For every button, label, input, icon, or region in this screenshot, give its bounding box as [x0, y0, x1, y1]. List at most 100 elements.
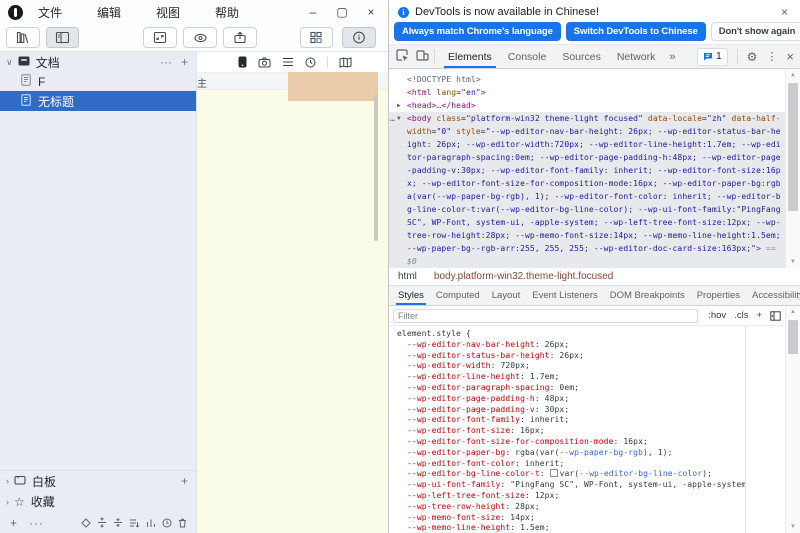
- share-button[interactable]: [223, 27, 257, 48]
- css-property[interactable]: --wp-editor-page-padding-v: 30px;: [397, 405, 745, 416]
- scroll-up-arrow[interactable]: ▲: [786, 306, 800, 318]
- css-property[interactable]: --wp-left-tree-font-size: 12px;: [397, 491, 745, 502]
- elements-scrollbar[interactable]: ▲ ▼: [785, 69, 800, 268]
- new-item-button[interactable]: +: [10, 516, 17, 530]
- styles-rules[interactable]: element.style {--wp-editor-nav-bar-heigh…: [389, 326, 746, 533]
- settings-gear-icon[interactable]: ⚙: [747, 50, 758, 64]
- trash-icon[interactable]: [178, 518, 187, 528]
- breadcrumb-body[interactable]: body.platform-win32.theme-light.focused: [434, 271, 613, 282]
- sort-list-icon[interactable]: [129, 518, 140, 528]
- list-view-icon[interactable]: [282, 57, 294, 67]
- expand-view-button[interactable]: [143, 27, 177, 48]
- menu-file[interactable]: 文件: [38, 4, 62, 21]
- issues-badge[interactable]: 1: [697, 48, 728, 66]
- diamond-icon[interactable]: [81, 518, 91, 528]
- css-property[interactable]: --wp-ui-font-family: "PingFang SC", WP-F…: [397, 480, 745, 491]
- sidebar-item-untitled[interactable]: 无标题: [0, 91, 196, 111]
- dont-show-again-button[interactable]: Don't show again: [711, 22, 800, 41]
- chevron-right-icon[interactable]: ›: [6, 497, 9, 507]
- tab-elements[interactable]: Elements: [440, 45, 500, 68]
- pseudo-state-toggle[interactable]: :hov: [708, 310, 726, 321]
- styles-tab-properties[interactable]: Properties: [691, 286, 746, 305]
- clock-icon[interactable]: [305, 57, 316, 68]
- css-property[interactable]: --wp-editor-font-size-for-composition-mo…: [397, 437, 745, 448]
- dom-node-head[interactable]: ▶<head>…</head>: [389, 99, 800, 112]
- add-whiteboard-button[interactable]: +: [181, 476, 188, 486]
- library-button[interactable]: [6, 27, 40, 48]
- outline-glyph[interactable]: 主: [197, 75, 207, 90]
- more-tabs-button[interactable]: »: [663, 51, 681, 63]
- new-style-rule-button[interactable]: +: [756, 310, 762, 321]
- sidebar-toggle-button[interactable]: [46, 27, 80, 48]
- css-property[interactable]: --wp-editor-bg-line-color-t: var(--wp-ed…: [397, 469, 745, 480]
- more-actions-icon[interactable]: ···: [29, 516, 44, 530]
- switch-devtools-chinese-button[interactable]: Switch DevTools to Chinese: [566, 22, 706, 41]
- dom-node-html[interactable]: <html lang="en">: [389, 86, 800, 99]
- tab-console[interactable]: Console: [500, 45, 555, 68]
- color-swatch[interactable]: [550, 469, 558, 477]
- camera-icon[interactable]: [258, 57, 271, 68]
- sidebar-pane-icon[interactable]: [770, 311, 781, 321]
- css-property[interactable]: --wp-editor-line-height: 1.7em;: [397, 372, 745, 383]
- sidebar-item-f[interactable]: F: [0, 72, 196, 91]
- scrollbar-thumb[interactable]: [788, 320, 798, 354]
- sidebar-section-whiteboard[interactable]: › 白板 +: [0, 470, 196, 491]
- map-icon[interactable]: [339, 57, 352, 68]
- menu-view[interactable]: 视图: [156, 4, 180, 21]
- dom-node-body[interactable]: …▼<body class="platform-win32 theme-ligh…: [389, 112, 800, 268]
- dom-tree[interactable]: <!DOCTYPE html><html lang="en">▶<head>…<…: [389, 69, 800, 268]
- css-property[interactable]: --wp-editor-font-size: 16px;: [397, 426, 745, 437]
- bar-chart-icon[interactable]: [146, 518, 156, 528]
- inspect-element-icon[interactable]: [396, 49, 409, 65]
- maximize-button[interactable]: ▢: [336, 6, 348, 18]
- css-property[interactable]: --wp-memo-line-height: 1.5em;: [397, 523, 745, 533]
- widgets-button[interactable]: [300, 27, 334, 48]
- more-options-icon[interactable]: ···: [160, 57, 172, 67]
- kebab-menu-icon[interactable]: ⋮: [766, 50, 777, 63]
- class-toggle[interactable]: .cls: [734, 310, 748, 321]
- banner-close-icon[interactable]: ×: [781, 7, 788, 17]
- styles-tab-computed[interactable]: Computed: [430, 286, 486, 305]
- css-property[interactable]: --wp-editor-font-color: inherit;: [397, 459, 745, 470]
- style-rule-selector[interactable]: element.style {: [397, 329, 745, 340]
- devtools-close-icon[interactable]: ×: [786, 49, 794, 64]
- split-vertical-icon[interactable]: [97, 517, 107, 528]
- focus-mode-button[interactable]: [183, 27, 217, 48]
- scroll-down-arrow[interactable]: ▼: [786, 521, 800, 533]
- chevron-down-icon[interactable]: ∨: [6, 57, 13, 68]
- breadcrumb-html[interactable]: html: [398, 271, 417, 282]
- styles-tab-dom-breakpoints[interactable]: DOM Breakpoints: [604, 286, 691, 305]
- styles-filter-input[interactable]: [393, 309, 698, 323]
- selected-block-highlight[interactable]: [288, 72, 378, 101]
- styles-tab-layout[interactable]: Layout: [486, 286, 527, 305]
- scrollbar-thumb[interactable]: [788, 83, 798, 211]
- css-property[interactable]: --wp-memo-font-size: 14px;: [397, 513, 745, 524]
- sidebar-section-documents[interactable]: ∨ 文档 ··· +: [0, 52, 196, 72]
- tab-sources[interactable]: Sources: [554, 45, 609, 68]
- css-property[interactable]: --wp-editor-nav-bar-height: 26px;: [397, 340, 745, 351]
- css-property[interactable]: --wp-editor-page-padding-h: 48px;: [397, 394, 745, 405]
- css-property[interactable]: --wp-tree-row-height: 28px;: [397, 502, 745, 513]
- scroll-up-arrow[interactable]: ▲: [786, 69, 800, 81]
- editor-scrollbar-thumb[interactable]: [374, 95, 378, 241]
- menu-help[interactable]: 帮助: [215, 4, 239, 21]
- styles-tab-accessibility[interactable]: Accessibility: [746, 286, 800, 305]
- chevron-right-icon[interactable]: ›: [6, 476, 9, 486]
- css-property[interactable]: --wp-editor-status-bar-height: 26px;: [397, 351, 745, 362]
- styles-scrollbar[interactable]: ▲ ▼: [785, 306, 800, 533]
- tab-network[interactable]: Network: [609, 45, 664, 68]
- always-match-language-button[interactable]: Always match Chrome's language: [394, 22, 561, 41]
- styles-tab-event-listeners[interactable]: Event Listeners: [526, 286, 603, 305]
- css-property[interactable]: --wp-editor-font-family: inherit;: [397, 415, 745, 426]
- sidebar-section-favorites[interactable]: › ☆ 收藏: [0, 491, 196, 512]
- scroll-down-arrow[interactable]: ▼: [786, 256, 800, 268]
- dom-node-doctype[interactable]: <!DOCTYPE html>: [389, 73, 800, 86]
- history-clock-icon[interactable]: [162, 518, 172, 528]
- css-property[interactable]: --wp-editor-width: 720px;: [397, 361, 745, 372]
- menu-edit[interactable]: 编辑: [97, 4, 121, 21]
- info-panel-button[interactable]: [342, 27, 376, 48]
- minimize-button[interactable]: –: [307, 6, 319, 18]
- device-frame-icon[interactable]: [238, 56, 247, 68]
- merge-vertical-icon[interactable]: [113, 517, 123, 528]
- close-button[interactable]: ×: [365, 6, 377, 18]
